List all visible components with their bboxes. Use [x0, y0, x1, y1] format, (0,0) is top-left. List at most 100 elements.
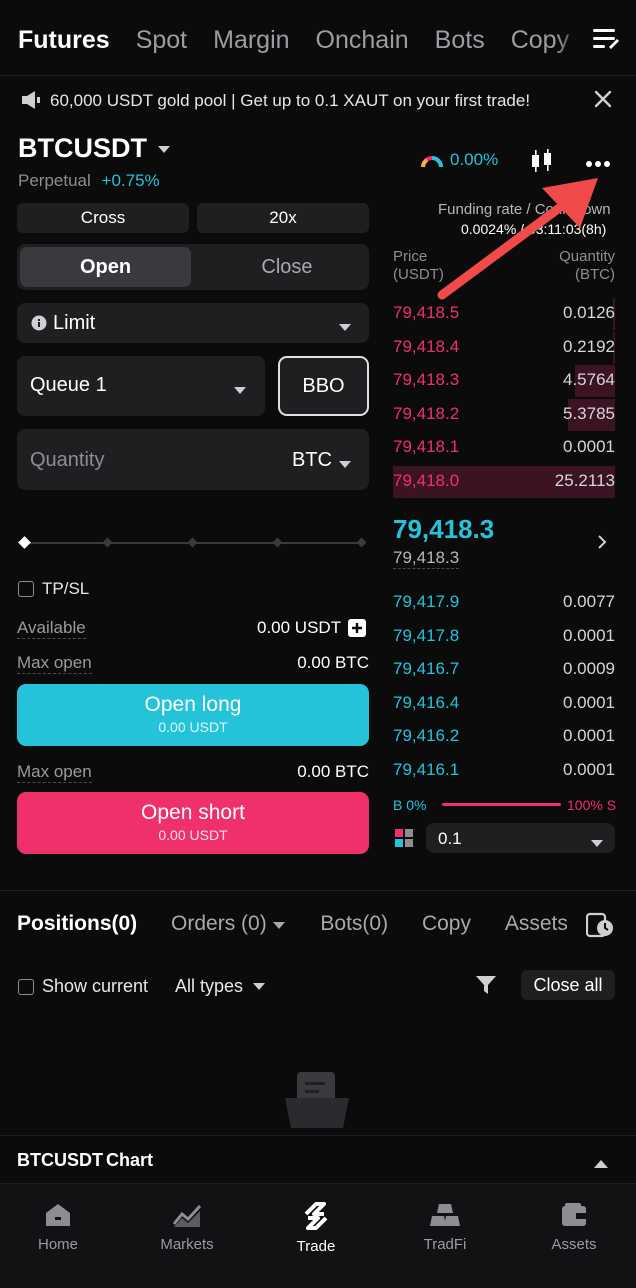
price-change: +0.75% [101, 171, 160, 190]
orderbook-layout-icon[interactable] [395, 829, 413, 852]
ask-quantity[interactable]: 5.3785 [563, 404, 615, 424]
available-label: Available [17, 618, 86, 639]
chevron-down-icon [339, 319, 351, 337]
nav-trade[interactable]: Trade [266, 1202, 366, 1255]
tab-positions[interactable]: Positions(0) [17, 912, 137, 935]
tab-close[interactable]: Close [207, 247, 367, 287]
empty-state-icon [283, 1070, 351, 1135]
bottom-navigation: Home Markets Trade TradFi Assets [0, 1183, 636, 1288]
ask-price[interactable]: 79,418.3 [393, 370, 459, 390]
nav-markets[interactable]: Markets [137, 1202, 237, 1253]
bid-price[interactable]: 79,417.9 [393, 592, 459, 612]
filter-icon[interactable] [475, 974, 497, 1001]
info-icon [31, 315, 47, 336]
bbo-button[interactable]: BBO [278, 356, 369, 416]
show-current-checkbox[interactable]: Show current [18, 976, 148, 997]
tab-onchain[interactable]: Onchain [316, 26, 409, 55]
queue-select[interactable]: Queue 1 [17, 356, 265, 416]
annotation-arrow [437, 178, 598, 300]
chevron-up-icon [594, 1155, 608, 1173]
positions-tabs: Positions(0) Orders (0) Bots(0) Copy Ass… [17, 912, 568, 936]
available-value: 0.00 USDT [257, 618, 342, 637]
precision-select[interactable]: 0.1 [426, 823, 615, 853]
quantity-unit-select[interactable]: BTC [292, 449, 332, 472]
promo-banner[interactable]: 60,000 USDT gold pool | Get up to 0.1 XA… [0, 80, 636, 122]
ask-quantity[interactable]: 0.0001 [563, 437, 615, 457]
chevron-down-icon [158, 145, 170, 153]
leverage-button[interactable]: 20x [197, 203, 369, 233]
mark-price: 79,418.3 [393, 548, 460, 569]
open-close-toggle: Open Close [17, 244, 369, 290]
tab-futures[interactable]: Futures [18, 26, 110, 55]
open-long-button[interactable]: Open long 0.00 USDT [17, 684, 369, 746]
max-open-short-label: Max open [17, 762, 92, 783]
tab-open[interactable]: Open [20, 247, 191, 287]
chart-drawer[interactable]: BTCUSDT Chart [0, 1135, 636, 1183]
tab-margin[interactable]: Margin [213, 26, 289, 55]
bid-price[interactable]: 79,417.8 [393, 626, 459, 646]
megaphone-icon [20, 90, 42, 115]
tab-bots[interactable]: Bots [435, 26, 485, 55]
gold-bars-icon [430, 1204, 460, 1226]
open-short-button[interactable]: Open short 0.00 USDT [17, 792, 369, 854]
ask-price[interactable]: 79,418.4 [393, 337, 459, 357]
quantity-input[interactable]: Quantity BTC [17, 429, 369, 490]
ask-quantity[interactable]: 4.5764 [563, 370, 615, 390]
bid-price[interactable]: 79,416.7 [393, 659, 459, 679]
order-type-select[interactable]: Limit [17, 303, 369, 343]
quantity-slider[interactable] [18, 531, 370, 555]
all-types-select[interactable]: All types [175, 976, 266, 997]
nav-home[interactable]: Home [8, 1202, 108, 1253]
tab-assets[interactable]: Assets [505, 912, 568, 935]
bid-quantity[interactable]: 0.0001 [563, 693, 615, 713]
markets-icon [173, 1204, 201, 1227]
tab-spot[interactable]: Spot [136, 26, 187, 55]
bid-price[interactable]: 79,416.1 [393, 760, 459, 780]
chevron-down-icon [339, 456, 351, 474]
sentiment-gauge[interactable]: 0.00% [420, 150, 498, 170]
contract-info: Perpetual +0.75% [18, 171, 160, 190]
ask-price[interactable]: 79,418.1 [393, 437, 459, 457]
bid-quantity[interactable]: 0.0001 [563, 726, 615, 746]
edit-list-icon[interactable] [575, 0, 636, 75]
close-icon[interactable] [594, 90, 612, 113]
banner-text: 60,000 USDT gold pool | Get up to 0.1 XA… [50, 91, 531, 110]
close-all-button[interactable]: Close all [521, 970, 615, 1000]
chevron-down-icon [272, 922, 285, 929]
tab-bots[interactable]: Bots(0) [320, 912, 388, 935]
tab-copy[interactable]: Copy [422, 912, 471, 935]
ask-quantity[interactable]: 25.2113 [555, 471, 615, 491]
bid-price[interactable]: 79,416.4 [393, 693, 459, 713]
ask-price[interactable]: 79,418.2 [393, 404, 459, 424]
wallet-icon [562, 1203, 586, 1226]
bid-quantity[interactable]: 0.0009 [563, 659, 615, 679]
chart-drawer-label: Chart [106, 1150, 154, 1170]
gauge-icon [421, 156, 443, 168]
nav-assets[interactable]: Assets [524, 1202, 624, 1253]
margin-mode-button[interactable]: Cross [17, 203, 189, 233]
ask-quantity[interactable]: 0.2192 [563, 337, 615, 357]
tpsl-checkbox[interactable]: TP/SL [18, 579, 89, 599]
chevron-down-icon [591, 835, 603, 853]
top-navigation: Futures Spot Margin Onchain Bots Copy [0, 0, 636, 76]
bid-quantity[interactable]: 0.0077 [563, 592, 615, 612]
bid-quantity[interactable]: 0.0001 [563, 760, 615, 780]
last-price[interactable]: 79,418.3 [393, 514, 494, 545]
symbol-selector[interactable]: BTCUSDT [18, 133, 171, 164]
chevron-down-icon [253, 982, 266, 990]
bid-quantity[interactable]: 0.0001 [563, 626, 615, 646]
bid-price[interactable]: 79,416.2 [393, 726, 459, 746]
tab-orders[interactable]: Orders (0) [171, 912, 285, 935]
history-icon[interactable] [585, 912, 614, 943]
sell-ratio: 100% S [567, 797, 617, 813]
ratio-bar [442, 803, 561, 806]
chevron-right-icon[interactable] [598, 535, 607, 554]
max-open-long-value: 0.00 BTC [297, 653, 369, 672]
max-open-short-value: 0.00 BTC [297, 762, 369, 781]
max-open-long-label: Max open [17, 653, 92, 674]
ask-price[interactable]: 79,418.0 [393, 471, 459, 491]
nav-tradfi[interactable]: TradFi [395, 1202, 495, 1253]
add-funds-icon[interactable] [348, 619, 366, 642]
chevron-down-icon [234, 382, 246, 400]
buy-ratio: B 0% [393, 797, 427, 813]
